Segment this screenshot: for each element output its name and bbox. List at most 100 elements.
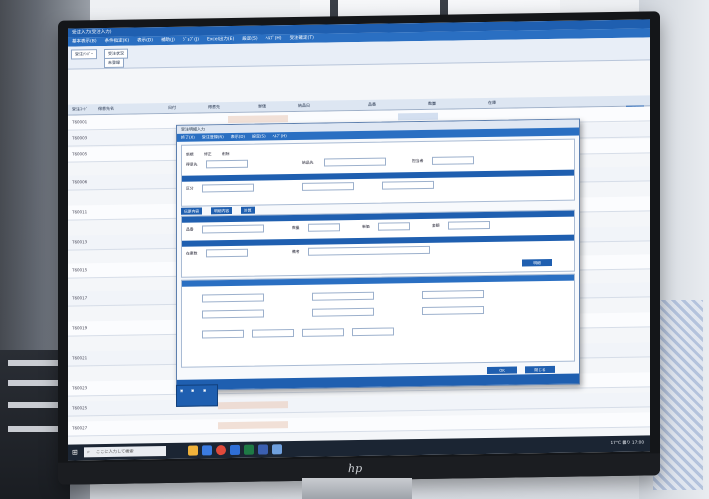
category-field[interactable] (202, 183, 254, 193)
detail-section: 品番 数量 単価 金額 在庫数 備考 明細 (181, 209, 575, 278)
row-id: T60006 (72, 179, 88, 185)
filter-label[interactable]: 未登録 (104, 57, 124, 69)
row-id: T60025 (72, 405, 88, 411)
row-id: T60003 (72, 135, 88, 141)
dialog-menu-item[interactable]: ﾍﾙﾌﾟ(H) (273, 132, 287, 140)
item-code-field[interactable] (202, 224, 264, 234)
radio-edit[interactable]: 修正 (204, 151, 212, 157)
row-id: T60027 (72, 425, 88, 431)
text-field[interactable] (202, 293, 264, 303)
note-field[interactable] (308, 245, 430, 256)
tab-slip[interactable]: 伝票内容 (181, 207, 203, 215)
field-label: 金額 (432, 222, 440, 228)
word-icon[interactable] (258, 444, 268, 455)
excel-icon[interactable] (244, 444, 254, 455)
field-label: 数量 (292, 224, 300, 231)
dialog-menu-item[interactable]: 設定(S) (252, 132, 266, 140)
unit-price-field[interactable] (378, 222, 410, 231)
section-band (182, 234, 574, 247)
menu-item[interactable]: ﾍﾙﾌﾟ(H) (266, 34, 282, 43)
search-placeholder: ここに入力して検索 (96, 448, 134, 455)
row-id: T60015 (72, 267, 88, 273)
row-id: T60023 (72, 385, 88, 391)
grid-header-cell[interactable]: 納品日 (298, 103, 310, 109)
row-id: T60021 (72, 355, 88, 361)
staff-field[interactable] (432, 156, 474, 165)
ok-button[interactable]: OK (487, 366, 517, 374)
text-field[interactable] (202, 309, 264, 319)
windows-start-icon[interactable]: ⊞ (72, 448, 80, 456)
clock: 17:00 (631, 439, 644, 445)
grid-header-cell[interactable]: 品番 (368, 102, 376, 108)
grid-header-cell[interactable]: 在庫 (488, 100, 496, 106)
hp-logo: hp (348, 461, 363, 476)
text-field[interactable] (202, 329, 244, 339)
menu-item[interactable]: 受注確定(T) (290, 34, 314, 43)
grid-header-cell[interactable]: 得意先 (208, 104, 220, 110)
text-field[interactable] (302, 182, 354, 191)
table-row[interactable]: T60027 (68, 412, 650, 437)
row-id: T60005 (72, 151, 88, 157)
grid-header-cell[interactable]: 数量 (428, 101, 436, 107)
minimized-window[interactable]: ▣ ▣ ▣ (176, 384, 218, 407)
mail-icon[interactable] (230, 444, 240, 456)
edge-icon[interactable] (202, 445, 212, 456)
monitor: 受注入力(受注入力) 基本表示(B) 条件指定(K) 表示(D) 補助(J) ｼ… (58, 11, 660, 485)
taskbar-search[interactable]: ⌕ ここに入力して検索 (84, 446, 166, 458)
system-tray[interactable]: 17°C 曇り 17:00 (611, 440, 644, 447)
section-band (182, 169, 574, 182)
line-button[interactable]: 明細 (522, 258, 552, 267)
field-label: 備考 (292, 248, 300, 255)
cell (218, 421, 288, 430)
cell (398, 112, 438, 121)
dialog-menu-item[interactable]: 終了(X) (181, 134, 195, 142)
menu-item[interactable]: 基本表示(B) (72, 37, 97, 46)
text-field[interactable] (312, 307, 374, 317)
text-field[interactable] (382, 180, 434, 190)
text-field[interactable] (302, 328, 344, 337)
radio-new[interactable]: 新規 (186, 152, 194, 158)
menu-item[interactable]: 表示(D) (137, 36, 153, 45)
customer-field[interactable] (206, 159, 248, 169)
quantity-field[interactable] (308, 223, 340, 232)
grid-header-cell[interactable]: 日付 (168, 105, 176, 111)
field-label: 区分 (186, 185, 194, 191)
amount-field[interactable] (448, 220, 490, 230)
menu-item[interactable]: 補助(J) (161, 36, 175, 45)
menu-item[interactable]: ｼﾞｮﾌﾞ(J) (183, 36, 199, 45)
grid-header-cell[interactable]: 単価 (258, 103, 266, 109)
text-field[interactable] (352, 327, 394, 337)
field-label: 単価 (362, 223, 370, 229)
grid-header-cell[interactable]: 受注ｺｰﾄﾞ (72, 106, 88, 112)
radio-delete[interactable]: 削除 (222, 151, 230, 157)
search-icon: ⌕ (87, 449, 90, 456)
notebook (8, 402, 63, 408)
filter-label[interactable]: 受注ﾅﾝﾊﾞｰ (71, 49, 97, 60)
delivery-field[interactable] (324, 157, 386, 167)
menu-item[interactable]: 設定(S) (242, 35, 257, 44)
close-button[interactable]: 閉じる (525, 365, 555, 374)
tab-calc[interactable]: 計算 (241, 206, 255, 214)
row-id: T60001 (72, 119, 88, 125)
dialog-menu-item[interactable]: 受注登録(R) (202, 133, 224, 141)
text-field[interactable] (422, 306, 484, 316)
text-field[interactable] (312, 291, 374, 301)
grid-header-cell[interactable]: 得意先名 (98, 106, 114, 112)
chrome-icon[interactable] (216, 445, 226, 456)
dialog-menu-item[interactable]: 表示(D) (231, 133, 245, 141)
order-detail-dialog: 受注明細入力 終了(X) 受注登録(R) 表示(D) 設定(S) ﾍﾙﾌﾟ(H)… (176, 118, 580, 391)
row-id: T60011 (72, 209, 88, 215)
monitor-stand (302, 478, 412, 499)
explorer-icon[interactable] (188, 445, 198, 456)
field-label: 納品先 (302, 159, 314, 165)
text-field[interactable] (422, 290, 484, 300)
stock-field[interactable] (206, 248, 248, 258)
tab-detail[interactable]: 明細内容 (211, 206, 233, 215)
text-field[interactable] (252, 329, 294, 338)
app-icon[interactable] (272, 444, 282, 455)
menu-item[interactable]: 条件指定(K) (105, 37, 129, 46)
window-icon: ▣ (203, 388, 207, 393)
menu-item[interactable]: Excel出力(E) (207, 35, 234, 44)
notebook (8, 360, 63, 366)
header-section: 新規 修正 削除 得意先 納品先 担当者 区分 (181, 138, 575, 207)
